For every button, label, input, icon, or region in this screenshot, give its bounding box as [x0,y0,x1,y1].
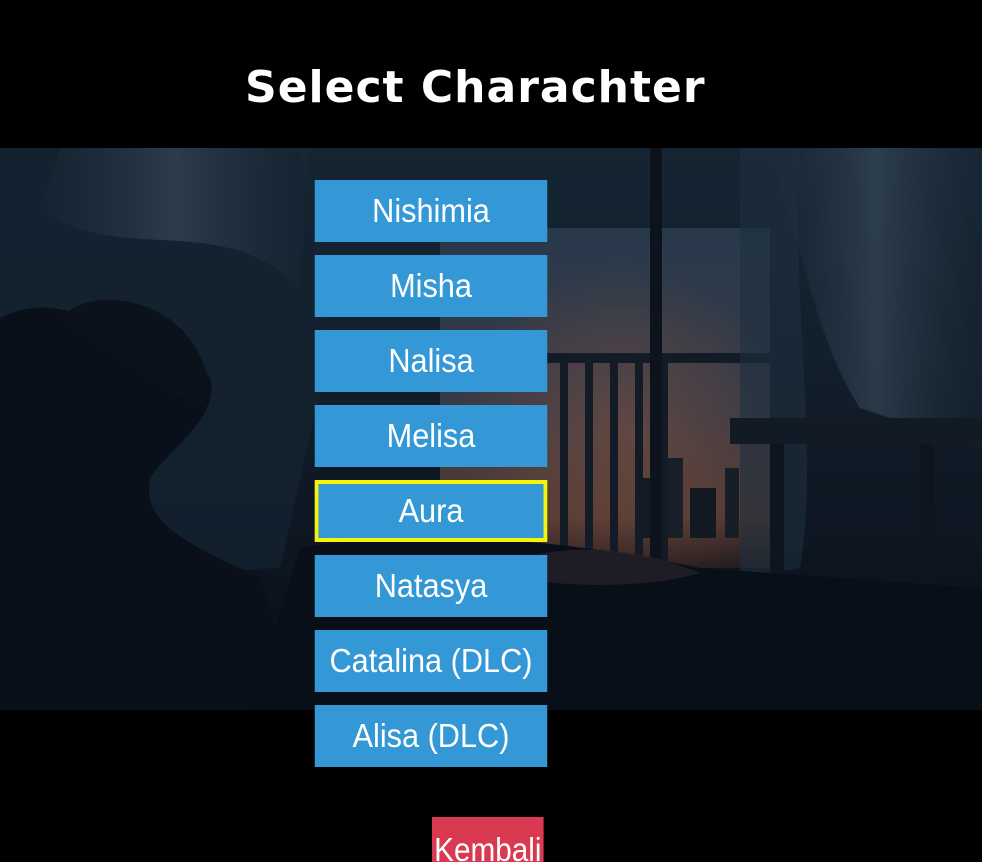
page-title: Select Charachter [245,62,706,113]
back-button[interactable]: Kembali [432,817,544,862]
character-button-aura[interactable]: Aura [314,480,548,542]
character-button-nishimia[interactable]: Nishimia [314,180,548,242]
character-button-melisa[interactable]: Melisa [314,405,548,467]
character-button-natasya[interactable]: Natasya [314,555,548,617]
back-button-label: Kembali [434,831,542,862]
character-button-alisa-dlc[interactable]: Alisa (DLC) [314,705,548,767]
character-button-nalisa[interactable]: Nalisa [314,330,548,392]
character-select-screen: Select Charachter Nishimia Misha Nalisa … [0,0,982,862]
character-button-catalina-dlc[interactable]: Catalina (DLC) [314,630,548,692]
character-button-misha[interactable]: Misha [314,255,548,317]
